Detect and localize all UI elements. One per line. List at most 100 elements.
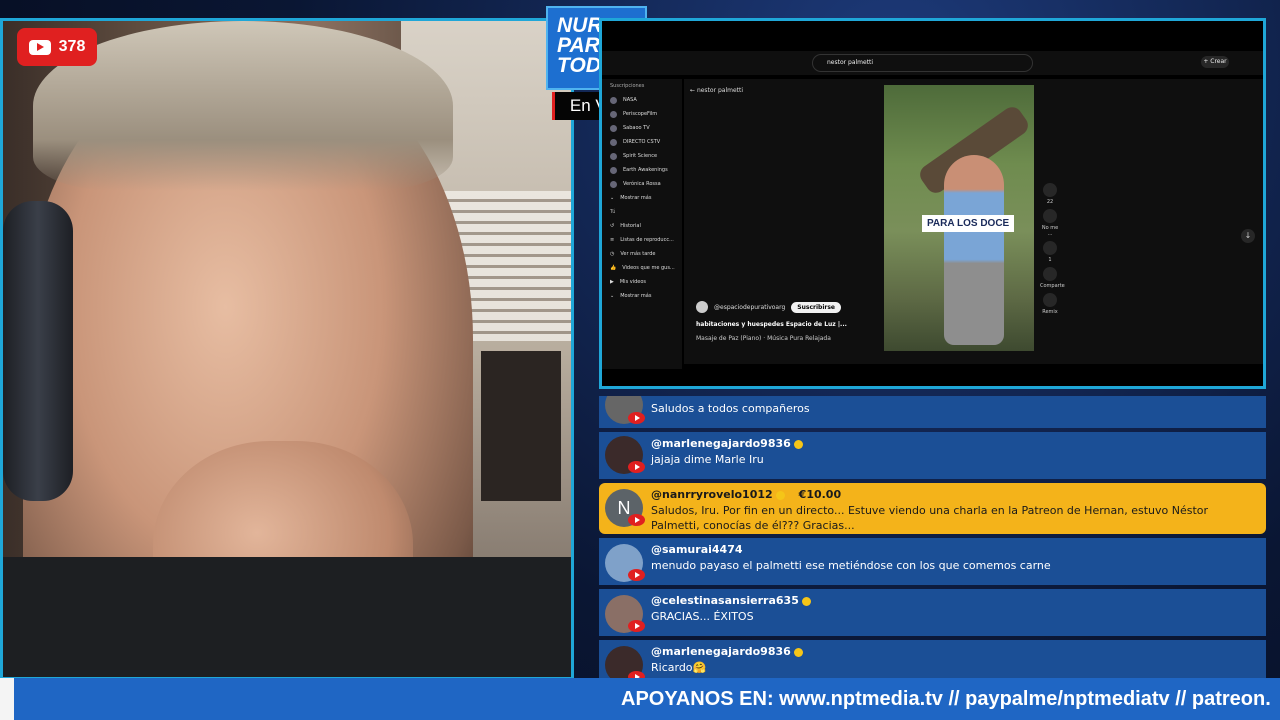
screen-share: nestor palmetti + Crear Suscripciones NA… — [599, 18, 1266, 389]
chat-text: GRACIAS... ÉXITOS — [651, 610, 754, 623]
chat-message: @celestinasansierra635 GRACIAS... ÉXITOS — [599, 589, 1266, 636]
comment-count: 1 — [1048, 257, 1052, 263]
chat-message: @samurai4474 menudo payaso el palmetti e… — [599, 538, 1266, 585]
video-person — [944, 155, 1004, 345]
sidebar-item-watch-later[interactable]: ◷ Ver más tarde — [602, 247, 682, 261]
youtube-topbar: nestor palmetti + Crear — [602, 51, 1263, 75]
back-label: nestor palmetti — [696, 87, 744, 94]
video-overlay-text: PARA LOS DOCE — [922, 215, 1015, 232]
sidebar-item[interactable]: DIRECTO CSTV — [602, 135, 682, 149]
youtube-icon — [628, 620, 645, 632]
headphones — [3, 201, 73, 501]
chevron-down-icon: ⌄ — [610, 195, 615, 201]
chat-text: Saludos a todos compañeros — [651, 402, 810, 415]
youtube-icon — [628, 412, 645, 424]
share-label: Comparte — [1040, 283, 1065, 289]
member-badge-icon — [775, 490, 785, 500]
ticker-edge — [0, 678, 14, 720]
channel-avatar-icon — [610, 110, 617, 118]
youtube-icon — [628, 569, 645, 581]
sidebar-item[interactable]: NASA — [602, 93, 682, 107]
channel-avatar-icon — [610, 138, 617, 146]
member-badge-icon — [801, 596, 811, 606]
host-shirt — [3, 557, 571, 677]
sidebar-item-label: Videos que me gus... — [622, 265, 675, 271]
youtube-icon — [628, 461, 645, 473]
remix-label: Remix — [1042, 309, 1058, 315]
viewer-count-badge: 378 — [17, 28, 97, 66]
viewer-count: 378 — [58, 38, 86, 55]
support-ticker: APOYANOS EN: www.nptmedia.tv // paypalme… — [0, 678, 1280, 720]
video-music[interactable]: Masaje de Paz (Piano) · Música Pura Rela… — [696, 335, 831, 342]
chat-username: @marlenegajardo9836 — [651, 437, 803, 450]
next-video-button[interactable]: ↓ — [1241, 229, 1255, 243]
like-icon[interactable] — [1043, 183, 1057, 197]
sidebar-item[interactable]: Verónica Rossa — [602, 177, 682, 191]
search-input[interactable]: nestor palmetti — [812, 54, 1033, 72]
clock-icon: ◷ — [610, 251, 615, 257]
video-title[interactable]: habitaciones y huespedes Espacio de Luz … — [696, 321, 847, 328]
live-chat: Saludos a todos compañeros @marlenegajar… — [599, 396, 1266, 680]
sidebar-item-show-more[interactable]: ⌄ Mostrar más — [602, 289, 682, 303]
video-icon: ▶ — [610, 279, 614, 285]
show-more-subscriptions[interactable]: ⌄ Mostrar más — [602, 191, 682, 205]
short-video[interactable]: PARA LOS DOCE — [884, 85, 1034, 351]
member-badge-icon — [793, 439, 803, 449]
sidebar-item-label: DIRECTO CSTV — [623, 139, 661, 145]
chat-text: jajaja dime Marle Iru — [651, 453, 764, 466]
dislike-icon[interactable] — [1043, 209, 1057, 223]
member-badge-icon — [793, 647, 803, 657]
playlist-icon: ≡ — [610, 237, 615, 243]
chat-message: @marlenegajardo9836 jajaja dime Marle Ir… — [599, 432, 1266, 479]
channel-avatar[interactable] — [696, 301, 708, 313]
subscribe-button[interactable]: Suscribirse — [791, 301, 841, 313]
channel-avatar-icon — [610, 166, 617, 174]
sidebar-item[interactable]: Spirit Science — [602, 149, 682, 163]
sidebar-item-label: Ver más tarde — [620, 251, 656, 257]
channel-avatar-icon — [610, 180, 617, 188]
superchat-amount: €10.00 — [798, 488, 842, 501]
sidebar-item-label: NASA — [623, 97, 637, 103]
shelf — [481, 351, 561, 501]
chat-username: @celestinasansierra635 — [651, 594, 811, 607]
webcam-feed — [0, 18, 574, 680]
you-heading: Tú — [610, 209, 616, 215]
sidebar-item-label: Mostrar más — [620, 293, 652, 299]
sidebar-item-playlists[interactable]: ≡ Listas de reproducc... — [602, 233, 682, 247]
sidebar-item[interactable]: Sabaoo TV — [602, 121, 682, 135]
chat-text: menudo payaso el palmetti ese metiéndose… — [651, 559, 1051, 572]
sidebar-item[interactable]: Earth Awakenings — [602, 163, 682, 177]
sidebar-item[interactable]: PeriscopeFilm — [602, 107, 682, 121]
chat-username: @samurai4474 — [651, 543, 743, 556]
like-count: 22 — [1046, 199, 1054, 205]
chevron-down-icon: ⌄ — [610, 293, 615, 299]
sidebar-item-liked[interactable]: 👍 Videos que me gus... — [602, 261, 682, 275]
share-icon[interactable] — [1043, 267, 1057, 281]
sidebar-item-label: Listas de reproducc... — [620, 237, 674, 243]
superchat-message: N @nanrryrovelo1012 €10.00 Saludos, Iru. … — [599, 483, 1266, 534]
comment-icon[interactable] — [1043, 241, 1057, 255]
remix-icon[interactable] — [1043, 293, 1057, 307]
channel-avatar-icon — [610, 96, 617, 104]
chat-username: @nanrryrovelo1012 €10.00 — [651, 488, 842, 501]
ticker-text: APOYANOS EN: www.nptmedia.tv // paypalme… — [621, 688, 1271, 710]
chat-username: @marlenegajardo9836 — [651, 645, 803, 658]
youtube-shorts-view: ← nestor palmetti PARA LOS DOCE 22 No me… — [684, 79, 1263, 364]
sidebar-item-label: Mis videos — [619, 279, 647, 285]
dislike-label: No me ... — [1041, 225, 1059, 237]
chat-text: Ricardo🤗 — [651, 661, 707, 674]
create-button[interactable]: + Crear — [1201, 56, 1229, 68]
chat-message: @marlenegajardo9836 Ricardo🤗 — [599, 640, 1266, 680]
youtube-icon — [28, 39, 51, 55]
sidebar-item-history[interactable]: ↺ Historial — [602, 219, 682, 233]
sidebar-item-my-videos[interactable]: ▶ Mis videos — [602, 275, 682, 289]
history-icon: ↺ — [610, 223, 615, 229]
channel-row: @espaciodepurativoarg Suscribirse — [696, 301, 841, 313]
youtube-icon — [628, 514, 645, 526]
chat-text: Saludos, Iru. Por fin en un directo... E… — [651, 504, 1209, 532]
back-button[interactable]: ← nestor palmetti — [690, 87, 743, 94]
sidebar-item-label: Earth Awakenings — [623, 167, 668, 173]
youtube-sidebar: Suscripciones NASA PeriscopeFilm Sabaoo … — [602, 79, 682, 369]
sidebar-item-label: Sabaoo TV — [623, 125, 650, 131]
channel-name[interactable]: @espaciodepurativoarg — [714, 304, 785, 311]
